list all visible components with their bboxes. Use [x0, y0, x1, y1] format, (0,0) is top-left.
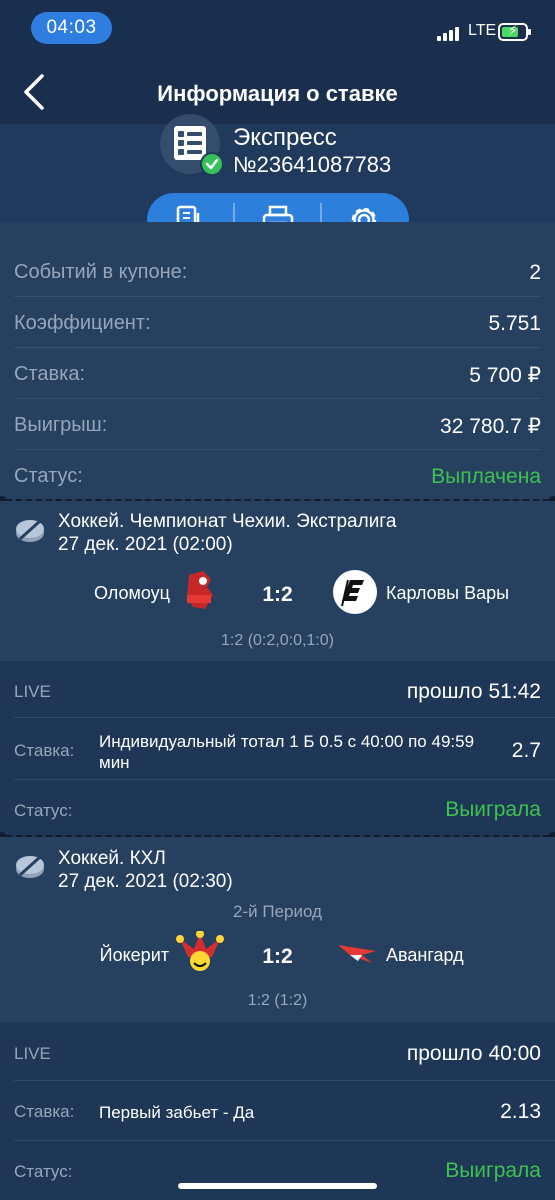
summary-label: Событий в купоне: — [14, 261, 188, 283]
summary-label: Статус: — [14, 465, 83, 487]
summary-row: Выигрыш: 32 780.7 ₽ — [14, 400, 541, 450]
summary-value: 32 780.7 ₽ — [440, 415, 541, 438]
stake-odds: 2.13 — [500, 1100, 541, 1123]
status-label: Статус: — [14, 1162, 73, 1181]
event-date: 27 дек. 2021 (02:00) — [58, 534, 233, 555]
stake-odds: 2.7 — [511, 739, 541, 762]
stake-description: Первый забьет - Да — [99, 1103, 255, 1122]
bet-summary: Событий в купоне: 2 Коэффициент: 5.751 С… — [0, 222, 555, 500]
karlovy-vary-logo-icon — [333, 570, 377, 614]
event-title: Хоккей. Чемпионат Чехии. Экстралига — [58, 511, 397, 532]
status-bar: 04:03 LTE ⚡ — [0, 0, 555, 58]
network-type: LTE — [468, 22, 497, 39]
summary-label: Ставка: — [14, 363, 85, 385]
event-title: Хоккей. КХЛ — [58, 848, 166, 869]
summary-value: 2 — [529, 261, 541, 284]
signal-icon — [437, 26, 461, 41]
period-scores: 1:2 (0:2,0:0,1:0) — [221, 632, 334, 649]
home-indicator[interactable] — [178, 1183, 377, 1189]
hockey-puck-icon — [16, 855, 44, 878]
summary-value: 5 700 ₽ — [469, 364, 541, 387]
elapsed-time: прошло 51:42 — [406, 680, 541, 703]
status-value: Выплачена — [431, 465, 541, 488]
coupon-number: №23641087783 — [233, 152, 392, 177]
status-label: Статус: — [14, 801, 73, 820]
navigation-bar: Информация о ставке — [0, 58, 555, 124]
stake-description: Индивидуальный тотал 1 Б 0.5 с 40:00 по … — [99, 732, 475, 772]
match-period: 2-й Период — [233, 902, 322, 921]
summary-row: Коэффициент: 5.751 — [14, 298, 541, 348]
battery-charging-icon: ⚡ — [498, 22, 531, 41]
avangard-logo-icon — [338, 945, 376, 963]
status-value: Выиграла — [445, 1159, 541, 1182]
status-value: Выиграла — [445, 798, 541, 821]
live-label: LIVE — [14, 682, 51, 701]
coupon-type: Экспресс — [233, 124, 337, 151]
event-card[interactable]: Хоккей. КХЛ 27 дек. 2021 (02:30) 2-й Пер… — [0, 837, 555, 1022]
away-team: Карловы Вары — [386, 583, 510, 603]
bet-details: LIVE прошло 51:42 Ставка: Индивидуальный… — [0, 661, 555, 835]
hockey-puck-icon — [16, 519, 44, 542]
match-score: 1:2 — [262, 945, 293, 968]
summary-row: Статус: Выплачена — [14, 451, 541, 501]
status-time: 04:03 — [31, 12, 112, 44]
elapsed-time: прошло 40:00 — [406, 1042, 541, 1065]
summary-value: 5.751 — [488, 312, 541, 335]
period-scores: 1:2 (1:2) — [247, 992, 308, 1009]
stake-label: Ставка: — [14, 1102, 75, 1121]
bet-details: LIVE прошло 40:00 Ставка: Первый забьет … — [0, 1022, 555, 1200]
event-date: 27 дек. 2021 (02:30) — [58, 871, 233, 892]
live-label: LIVE — [14, 1044, 51, 1063]
summary-label: Выигрыш: — [14, 414, 108, 436]
summary-row: Ставка: 5 700 ₽ — [14, 349, 541, 399]
page-title: Информация о ставке — [157, 81, 398, 106]
summary-label: Коэффициент: — [14, 312, 151, 334]
check-icon — [200, 152, 224, 176]
event-card[interactable]: Хоккей. Чемпионат Чехии. Экстралига 27 д… — [0, 501, 555, 661]
summary-row: Событий в купоне: 2 — [14, 247, 541, 297]
stake-label: Ставка: — [14, 741, 75, 760]
away-team: Авангард — [386, 945, 464, 965]
